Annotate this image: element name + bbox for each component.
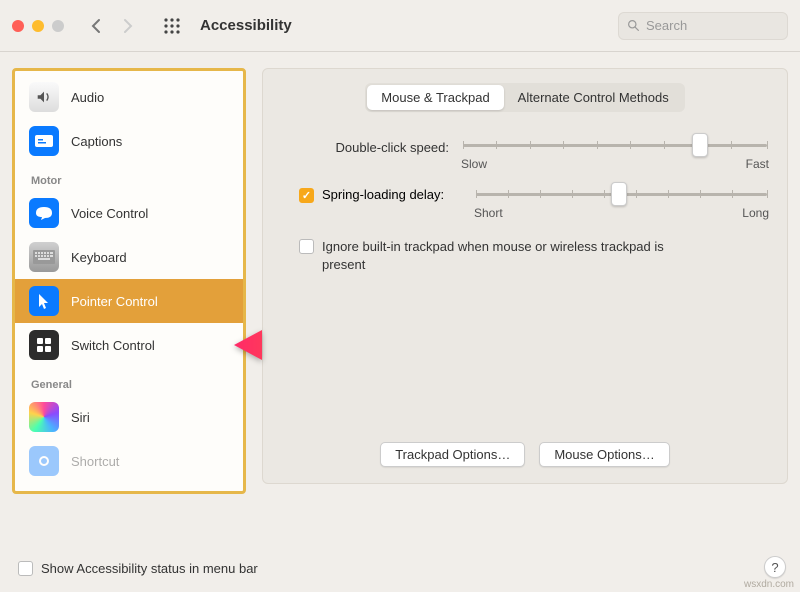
- switch-control-icon: [29, 330, 59, 360]
- tab-alternate-control[interactable]: Alternate Control Methods: [504, 85, 683, 110]
- siri-icon: [29, 402, 59, 432]
- sidebar-item-shortcut[interactable]: Shortcut: [15, 439, 243, 483]
- tab-control: Mouse & Trackpad Alternate Control Metho…: [365, 83, 684, 112]
- slider-max-label: Fast: [746, 157, 769, 171]
- sidebar-item-label: Audio: [71, 90, 104, 105]
- toolbar: Accessibility Search: [0, 0, 800, 52]
- sidebar-item-switch-control[interactable]: Switch Control: [15, 323, 243, 367]
- help-button[interactable]: ?: [764, 556, 786, 578]
- sidebar: Audio Captions Motor Voice Control Keybo…: [12, 68, 246, 494]
- search-icon: [627, 19, 640, 32]
- ignore-trackpad-checkbox[interactable]: [299, 239, 314, 254]
- content-panel: Mouse & Trackpad Alternate Control Metho…: [262, 68, 788, 484]
- show-status-menubar-checkbox[interactable]: [18, 561, 33, 576]
- sidebar-item-siri[interactable]: Siri: [15, 395, 243, 439]
- sidebar-item-label: Shortcut: [71, 454, 119, 469]
- slider-max-label: Long: [742, 206, 769, 220]
- sidebar-item-captions[interactable]: Captions: [15, 119, 243, 163]
- trackpad-options-button[interactable]: Trackpad Options…: [380, 442, 525, 467]
- double-click-speed-label: Double-click speed:: [279, 138, 459, 155]
- sidebar-item-pointer-control[interactable]: Pointer Control: [15, 279, 243, 323]
- close-window-button[interactable]: [12, 20, 24, 32]
- ignore-trackpad-label: Ignore built-in trackpad when mouse or w…: [322, 238, 672, 273]
- shortcut-icon: [29, 446, 59, 476]
- pointer-control-icon: [29, 286, 59, 316]
- slider-knob[interactable]: [692, 133, 708, 157]
- captions-icon: [29, 126, 59, 156]
- footer: Show Accessibility status in menu bar: [18, 560, 258, 576]
- sidebar-item-audio[interactable]: Audio: [15, 75, 243, 119]
- sidebar-section-general: General: [15, 367, 243, 395]
- slider-min-label: Short: [474, 206, 503, 220]
- double-click-speed-slider[interactable]: Slow Fast: [459, 144, 771, 171]
- tab-mouse-trackpad[interactable]: Mouse & Trackpad: [367, 85, 503, 110]
- sidebar-item-label: Voice Control: [71, 206, 148, 221]
- search-input[interactable]: Search: [618, 12, 788, 40]
- sidebar-section-motor: Motor: [15, 163, 243, 191]
- window-controls: [12, 20, 64, 32]
- sidebar-item-label: Switch Control: [71, 338, 155, 353]
- show-all-button[interactable]: [158, 12, 186, 40]
- watermark: wsxdn.com: [744, 579, 794, 590]
- forward-button[interactable]: [114, 12, 142, 40]
- sidebar-item-label: Siri: [71, 410, 90, 425]
- voice-control-icon: [29, 198, 59, 228]
- sidebar-item-label: Keyboard: [71, 250, 127, 265]
- back-button[interactable]: [82, 12, 110, 40]
- show-status-menubar-label: Show Accessibility status in menu bar: [41, 561, 258, 576]
- spring-loading-label: Spring-loading delay:: [322, 187, 462, 202]
- mouse-options-button[interactable]: Mouse Options…: [539, 442, 669, 467]
- search-placeholder: Search: [646, 18, 687, 33]
- spring-loading-slider[interactable]: Short Long: [472, 187, 771, 220]
- sidebar-item-keyboard[interactable]: Keyboard: [15, 235, 243, 279]
- keyboard-icon: [29, 242, 59, 272]
- sidebar-item-label: Captions: [71, 134, 122, 149]
- window-title: Accessibility: [200, 17, 292, 34]
- speaker-icon: [29, 82, 59, 112]
- spring-loading-checkbox[interactable]: ✓: [299, 188, 314, 203]
- slider-knob[interactable]: [611, 182, 627, 206]
- minimize-window-button[interactable]: [32, 20, 44, 32]
- sidebar-item-voice-control[interactable]: Voice Control: [15, 191, 243, 235]
- sidebar-item-label: Pointer Control: [71, 294, 158, 309]
- fullscreen-window-button[interactable]: [52, 20, 64, 32]
- slider-min-label: Slow: [461, 157, 487, 171]
